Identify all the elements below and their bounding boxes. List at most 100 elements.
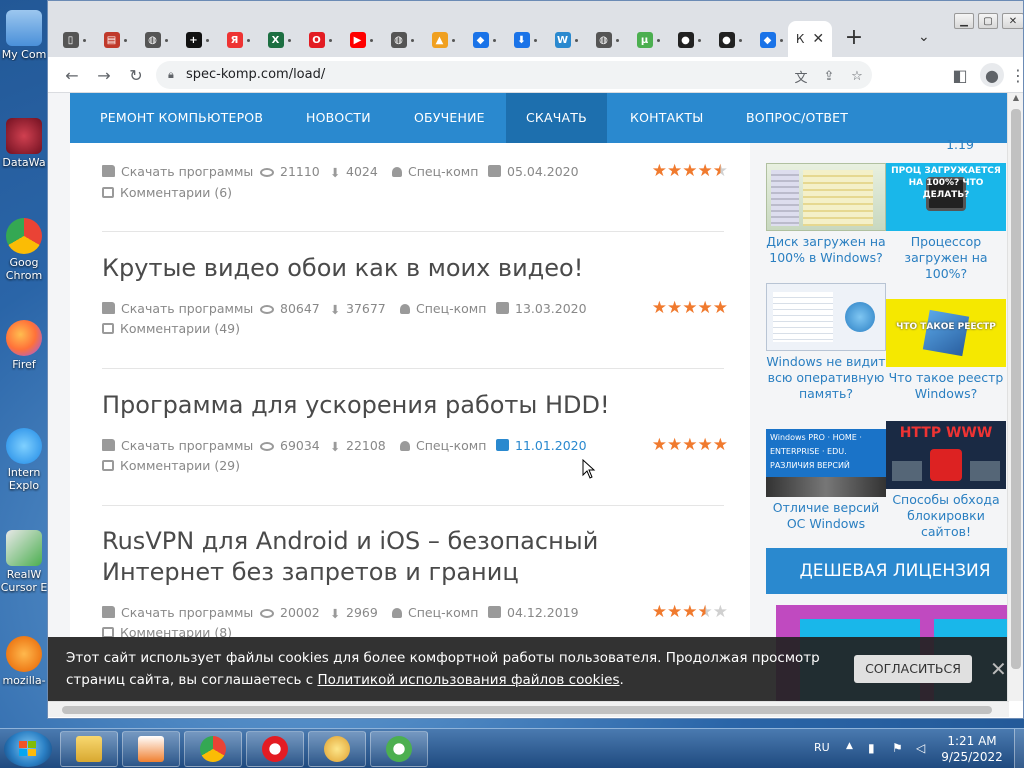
menu-kebab-icon[interactable]: ⋮ (1006, 63, 1023, 87)
nav-item-news[interactable]: НОВОСТИ (306, 93, 371, 143)
minimize-button[interactable]: ▁ (954, 13, 974, 29)
bookmark-star-icon[interactable]: ☆ (848, 67, 866, 85)
star-icon[interactable]: ★ (652, 298, 667, 318)
tab-search-icon[interactable]: ⌄ (918, 29, 930, 45)
tab-6[interactable]: O (300, 23, 340, 57)
scroll-thumb[interactable] (1011, 109, 1021, 669)
show-hidden-icons[interactable]: ▲ (846, 741, 853, 751)
side-panel-icon[interactable]: ◧ (948, 63, 972, 87)
rating-stars[interactable]: ★★★★★ (652, 435, 728, 455)
tab-13[interactable]: ◍ (587, 23, 627, 57)
nav-item-repair[interactable]: РЕМОНТ КОМПЬЮТЕРОВ (100, 93, 263, 143)
tab-7[interactable]: ▶ (341, 23, 381, 57)
clock[interactable]: 1:21 AM 9/25/2022 (932, 733, 1012, 765)
show-desktop-button[interactable] (1014, 729, 1024, 768)
star-icon[interactable]: ★ (713, 161, 728, 181)
maximize-button[interactable]: ▢ (978, 13, 998, 29)
taskbar-paint[interactable] (308, 731, 366, 767)
scroll-up-icon[interactable]: ▲ (1008, 93, 1023, 107)
tab-10[interactable]: ◆ (464, 23, 504, 57)
thumb-caption[interactable]: Диск загружен на 100% в Windows? (766, 234, 886, 266)
star-icon[interactable]: ★ (652, 602, 667, 622)
star-icon[interactable]: ★ (667, 602, 682, 622)
tab-8[interactable]: ◍ (382, 23, 422, 57)
share-icon[interactable]: ⇪ (820, 67, 838, 85)
star-icon[interactable]: ★ (667, 435, 682, 455)
post-comments[interactable]: Комментарии (29) (102, 458, 240, 476)
thumb-caption[interactable]: Windows не видит всю оперативную память? (766, 354, 886, 402)
post-category[interactable]: Скачать программы (102, 301, 253, 316)
sidebar-thumb-blocking[interactable]: HTTP WWW Способы обхода блокировки сайто… (886, 421, 1006, 540)
star-icon[interactable]: ★ (713, 298, 728, 318)
sidebar-top-caption[interactable]: 1.19 (900, 137, 1008, 152)
close-tab-icon[interactable]: ✕ (812, 31, 824, 47)
tab-4[interactable]: Я (218, 23, 258, 57)
flag-icon[interactable]: ⚑ (892, 741, 906, 755)
thumb-caption[interactable]: Что такое реестр Windows? (886, 370, 1006, 402)
taskbar-media-player[interactable] (122, 731, 180, 767)
taskbar-chrome[interactable] (184, 731, 242, 767)
star-icon[interactable]: ★ (682, 298, 697, 318)
language-indicator[interactable]: RU (814, 741, 830, 754)
cookie-agree-button[interactable]: СОГЛАСИТЬСЯ (854, 655, 972, 683)
sidebar-thumb-versions[interactable]: Windows PRO · HOME · ENTERPRISE · EDU. Р… (766, 429, 886, 532)
back-icon[interactable]: ← (60, 63, 84, 87)
reload-icon[interactable]: ↻ (124, 63, 148, 87)
post-comments[interactable]: Комментарии (49) (102, 321, 240, 339)
star-icon[interactable]: ★ (652, 161, 667, 181)
star-icon[interactable]: ★ (698, 298, 713, 318)
tab-16[interactable]: ● (710, 23, 750, 57)
desktop-icon-chrome[interactable]: Goog Chrom (0, 218, 48, 282)
tab-15[interactable]: ● (669, 23, 709, 57)
lock-icon[interactable]: 🔒︎ (168, 68, 174, 82)
tab-active[interactable]: К ✕ (788, 21, 832, 57)
star-icon[interactable]: ★ (713, 602, 728, 622)
url-text[interactable]: spec-komp.com/load/ (186, 67, 325, 82)
network-icon[interactable]: ▮ (868, 741, 882, 755)
desktop-icon-datawa[interactable]: DataWa (0, 118, 48, 169)
taskbar-opera[interactable] (246, 731, 304, 767)
nav-item-learning[interactable]: ОБУЧЕНИЕ (414, 93, 485, 143)
star-icon[interactable]: ★ (698, 161, 713, 181)
star-icon[interactable]: ★ (652, 435, 667, 455)
license-banner[interactable]: ДЕШЕВАЯ ЛИЦЕНЗИЯ (766, 548, 1008, 594)
thumb-caption[interactable]: Процессор загружен на 100%? (886, 234, 1006, 282)
post-author[interactable]: Спец-комп (392, 164, 478, 179)
rating-stars[interactable]: ★★★★★ (652, 161, 728, 181)
horizontal-scrollbar[interactable] (48, 701, 1009, 717)
tab-2[interactable]: ◍ (136, 23, 176, 57)
tab-5[interactable]: X (259, 23, 299, 57)
scroll-thumb[interactable] (62, 706, 992, 714)
tab-3[interactable]: + (177, 23, 217, 57)
post-author[interactable]: Спец-комп (400, 438, 486, 453)
sidebar-thumb-registry[interactable]: ЧТО ТАКОЕ РЕЕСТР WINDOWS? Что такое реес… (886, 299, 1006, 402)
star-icon[interactable]: ★ (682, 161, 697, 181)
star-icon[interactable]: ★ (667, 161, 682, 181)
nav-item-faq[interactable]: ВОПРОС/ОТВЕТ (746, 93, 848, 143)
star-icon[interactable]: ★ (682, 435, 697, 455)
thumb-caption[interactable]: Способы обхода блокировки сайтов! (886, 492, 1006, 540)
post-title[interactable]: Крутые видео обои как в моих видео! (102, 253, 702, 284)
forward-icon[interactable]: → (92, 63, 116, 87)
star-icon[interactable]: ★ (667, 298, 682, 318)
desktop-icon-firefox[interactable]: Firef (0, 320, 48, 371)
new-tab-button[interactable]: + (842, 27, 866, 51)
address-bar[interactable]: 🔒︎ spec-komp.com/load/ 文 ⇪ ☆ (156, 61, 872, 89)
rating-stars[interactable]: ★★★★★ (652, 298, 728, 318)
nav-item-contacts[interactable]: КОНТАКТЫ (630, 93, 703, 143)
sidebar-thumb-disk[interactable]: Диск загружен на 100% в Windows? (766, 163, 886, 266)
post-title[interactable]: Программа для ускорения работы HDD! (102, 390, 702, 421)
sidebar-thumb-cpu[interactable]: ПРОЦ ЗАГРУЖАЕТСЯ НА 100%? ЧТО ДЕЛАТЬ? Пр… (886, 163, 1006, 282)
sidebar-thumb-ram[interactable]: Windows не видит всю оперативную память? (766, 283, 886, 402)
nav-item-download[interactable]: СКАЧАТЬ (506, 93, 607, 143)
post-category[interactable]: Скачать программы (102, 605, 253, 620)
star-icon[interactable]: ★ (698, 602, 713, 622)
tab-12[interactable]: W (546, 23, 586, 57)
taskbar-utorrent[interactable] (370, 731, 428, 767)
desktop-icon-realworld[interactable]: RealW Cursor E (0, 530, 48, 594)
start-button[interactable] (4, 731, 52, 767)
star-icon[interactable]: ★ (698, 435, 713, 455)
translate-icon[interactable]: 文 (792, 67, 810, 86)
post-category[interactable]: Скачать программы (102, 438, 253, 453)
rating-stars[interactable]: ★★★★★ (652, 602, 728, 622)
